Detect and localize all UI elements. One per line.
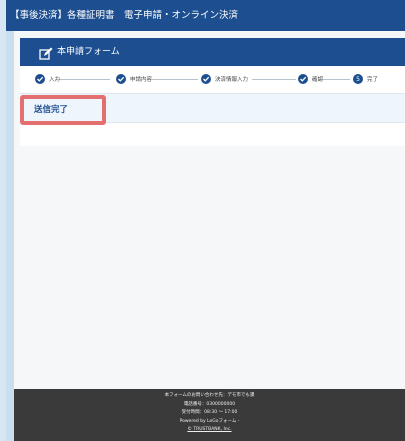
check-icon [35,74,45,84]
step-input: 入力 [35,74,60,84]
card-title: 本申請フォーム [57,47,120,57]
step-number-badge: 5 [353,74,363,84]
card-header: 本申請フォーム [20,38,405,66]
check-icon [116,74,126,84]
progress-steps: 入力 申請内容 決済情報入力 確認 5 完了 [20,66,405,94]
step-label: 確認 [312,77,324,83]
step-label: 決済情報入力 [215,77,249,83]
footer-powered-by: Powered by LoGoフォーム - [179,418,240,424]
step-connector [252,79,296,80]
footer-copyright-link[interactable]: © TRUSTBANK, Inc. [187,427,231,432]
footer-hours: 受付時間：08:30 ～ 17:00 [181,410,238,416]
step-payment-info: 決済情報入力 [201,74,248,84]
step-label: 入力 [49,77,61,83]
step-application-details: 申請内容 [116,74,152,84]
step-connector [55,79,110,80]
footer-inquiry: 本フォームのお問い合わせ先：デモ市でも課 [164,393,255,398]
step-confirm: 確認 [298,74,323,84]
window-title: 【事後決済】各種証明書 電子申請・オンライン決済 [6,0,405,31]
highlight-annotation [20,95,106,125]
footer-phone: 電話番号：0300000000 [183,401,236,407]
check-icon [201,74,211,84]
edit-icon [39,45,53,60]
footer: 本フォームのお問い合わせ先：デモ市でも課 電話番号：0300000000 受付時… [14,389,405,441]
step-connector [152,79,198,80]
check-icon [298,74,308,84]
step-label: 完了 [367,77,379,83]
step-complete: 5 完了 [353,74,378,84]
step-label: 申請内容 [130,77,153,83]
